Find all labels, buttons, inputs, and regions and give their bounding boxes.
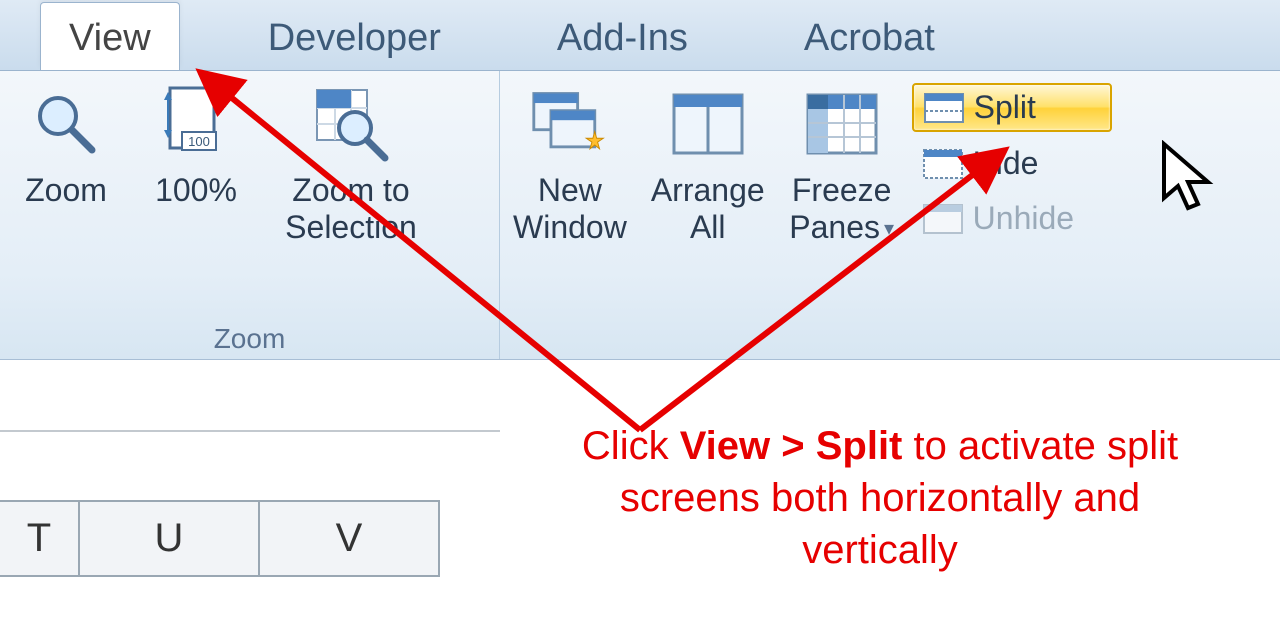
tab-acrobat[interactable]: Acrobat (776, 3, 963, 70)
zoom-100-label: 100% (155, 172, 237, 209)
arrange-all-icon (668, 84, 748, 164)
unhide-button: Unhide (912, 195, 1112, 242)
tab-view[interactable]: View (40, 2, 180, 70)
hide-label: Hide (973, 145, 1039, 182)
unhide-icon (923, 204, 963, 234)
hide-icon (923, 149, 963, 179)
freeze-panes-icon (802, 84, 882, 164)
zoom-label: Zoom (25, 172, 107, 209)
split-icon (924, 93, 964, 123)
tab-developer[interactable]: Developer (240, 3, 469, 70)
arrange-all-label: Arrange All (651, 172, 765, 246)
freeze-panes-button[interactable]: Freeze Panes▾ (782, 75, 902, 247)
group-zoom: Zoom 100 100% (0, 71, 500, 359)
zoom-to-selection-label: Zoom to Selection (285, 172, 417, 246)
arrange-all-button[interactable]: Arrange All (644, 75, 772, 247)
freeze-panes-label: Freeze Panes▾ (789, 172, 894, 246)
annotation-text: Click View > Split to activate split scr… (540, 420, 1220, 576)
ribbon-tabstrip: View Developer Add-Ins Acrobat (0, 0, 1280, 70)
tab-add-ins[interactable]: Add-Ins (529, 3, 716, 70)
split-label: Split (974, 89, 1036, 126)
gridline (0, 430, 500, 432)
window-small-buttons: Split Hide (912, 75, 1118, 242)
unhide-label: Unhide (973, 200, 1074, 237)
hide-button[interactable]: Hide (912, 140, 1112, 187)
group-zoom-label: Zoom (6, 321, 493, 359)
column-header-u[interactable]: U (80, 502, 260, 575)
new-window-label: New Window (513, 172, 627, 246)
new-window-icon (530, 84, 610, 164)
page-100-icon: 100 (156, 84, 236, 164)
group-window: New Window Arrange All (500, 71, 1280, 359)
zoom-selection-icon (311, 84, 391, 164)
magnifier-icon (26, 84, 106, 164)
column-headers[interactable]: T U V (0, 500, 440, 577)
zoom-to-selection-button[interactable]: Zoom to Selection (266, 75, 436, 247)
column-header-t[interactable]: T (0, 502, 80, 575)
zoom-100-button[interactable]: 100 100% (136, 75, 256, 210)
new-window-button[interactable]: New Window (506, 75, 634, 247)
svg-text:100: 100 (188, 134, 210, 149)
zoom-button[interactable]: Zoom (6, 75, 126, 210)
column-header-v[interactable]: V (260, 502, 440, 575)
chevron-down-icon: ▾ (884, 218, 894, 241)
split-button[interactable]: Split (912, 83, 1112, 132)
ribbon: Zoom 100 100% (0, 70, 1280, 360)
